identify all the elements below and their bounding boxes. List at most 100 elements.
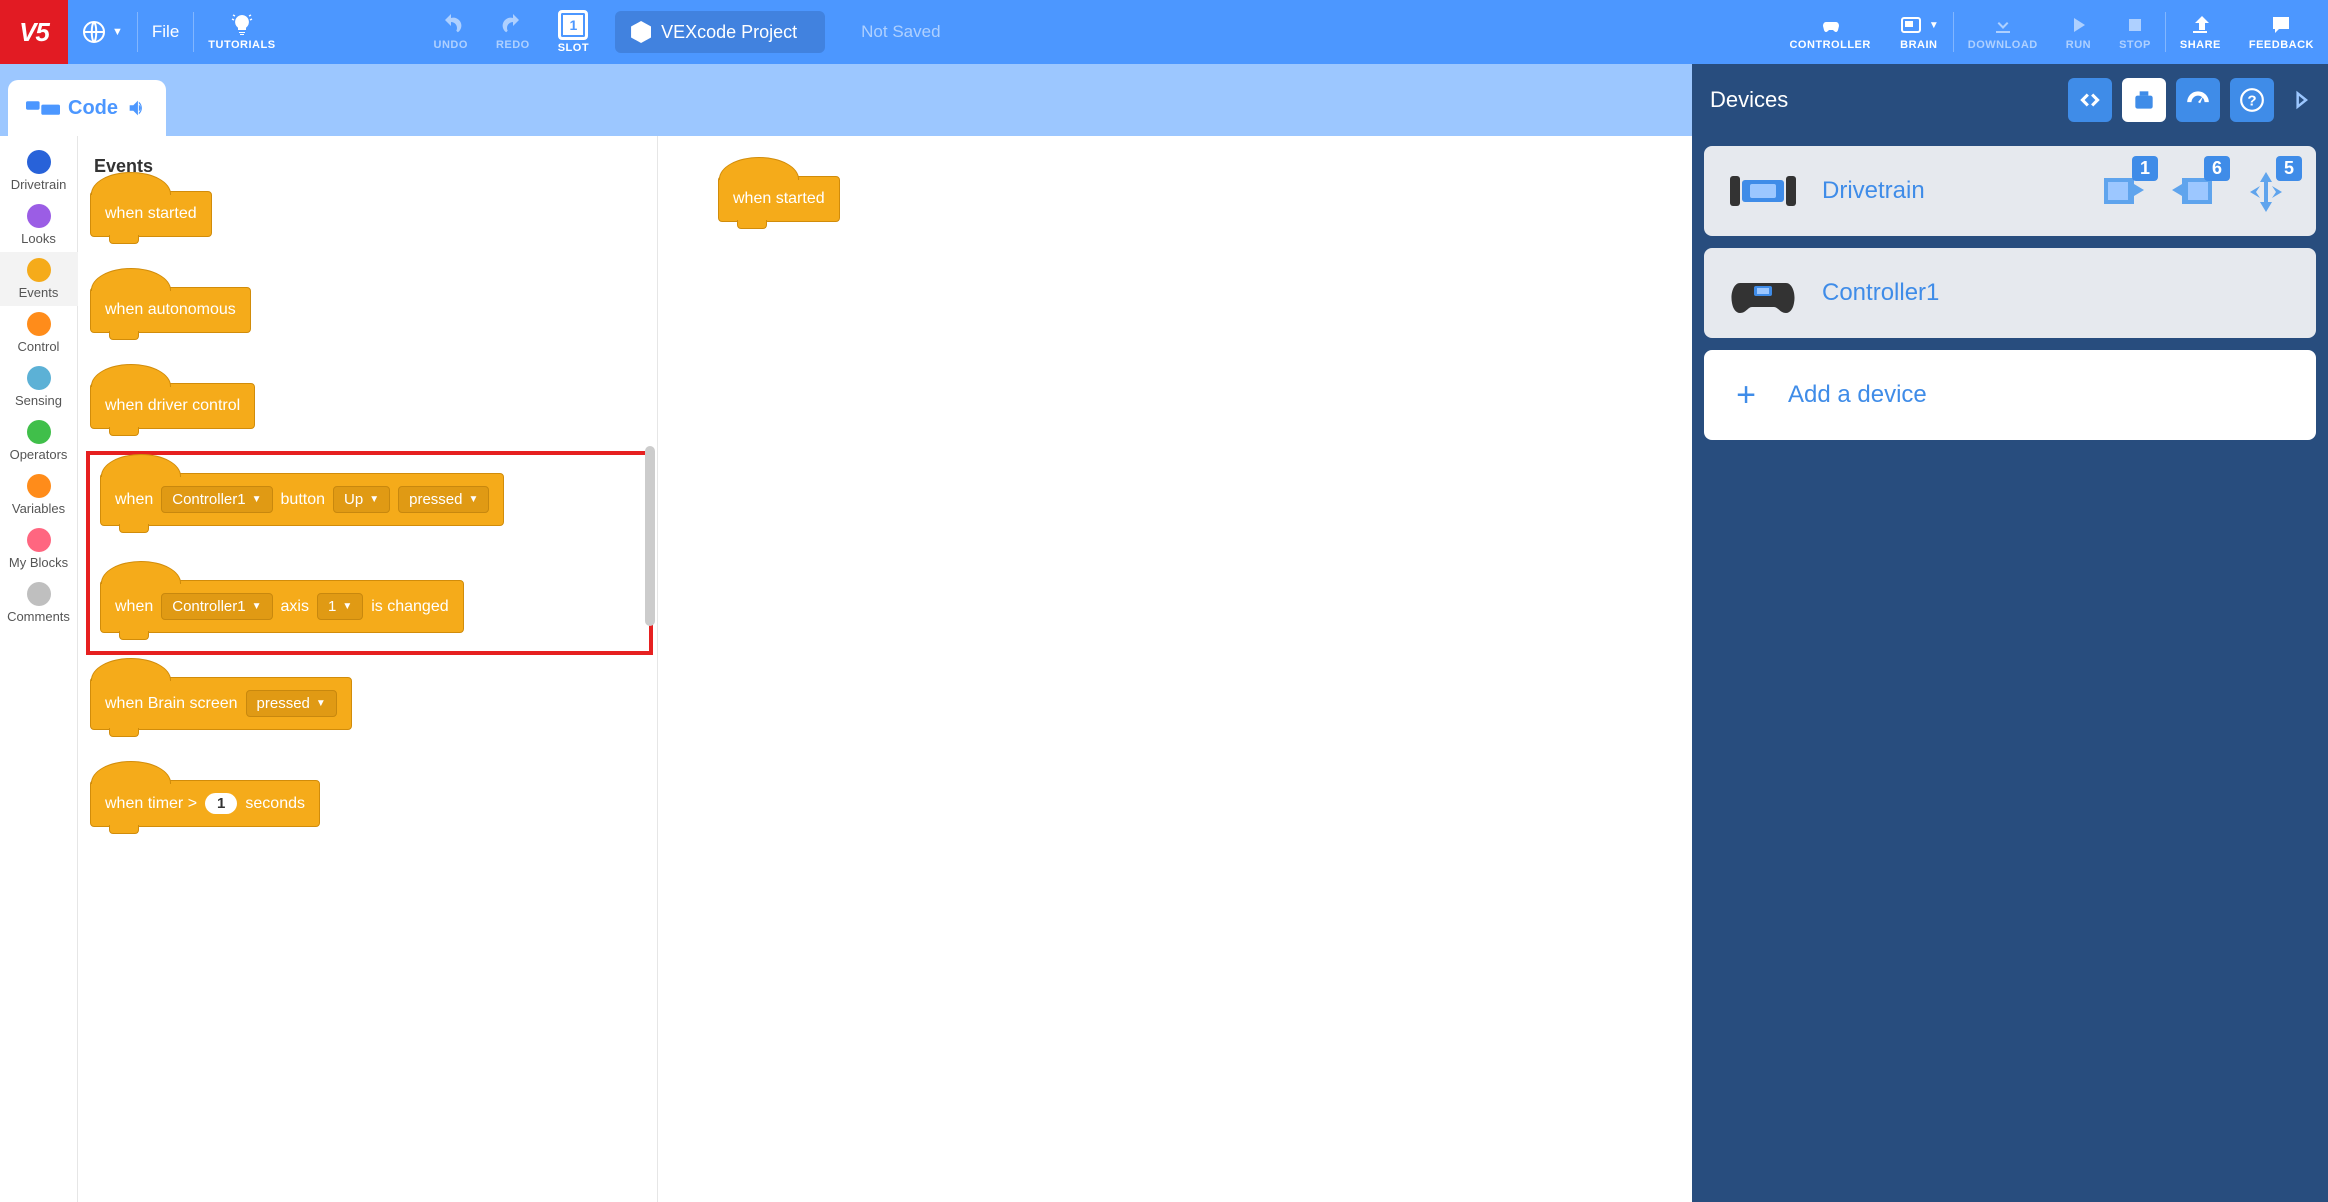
- category-color-dot: [27, 420, 51, 444]
- redo-icon: [501, 13, 525, 37]
- category-label: Variables: [12, 501, 65, 516]
- block-brain-screen[interactable]: when Brain screen pressed▼: [90, 677, 352, 730]
- port-chip-right-motor: 6: [2168, 166, 2220, 216]
- canvas-block-when-started[interactable]: when started: [718, 176, 840, 222]
- highlighted-blocks-group: when Controller1▼ button Up▼ pressed▼ wh…: [86, 451, 653, 655]
- lightbulb-icon: [230, 13, 254, 37]
- download-icon: [1991, 13, 2015, 37]
- brain-icon: [1899, 13, 1923, 37]
- category-looks[interactable]: Looks: [0, 198, 78, 252]
- devices-title: Devices: [1710, 87, 1788, 113]
- play-icon: [2066, 13, 2090, 37]
- sound-icon: [126, 97, 148, 119]
- palette-scrollbar[interactable]: [645, 446, 655, 626]
- tutorials-button[interactable]: TUTORIALS: [194, 0, 289, 64]
- category-color-dot: [27, 528, 51, 552]
- category-comments[interactable]: Comments: [0, 576, 78, 630]
- category-color-dot: [27, 582, 51, 606]
- drivetrain-icon: [1728, 166, 1798, 216]
- category-label: Operators: [10, 447, 68, 462]
- controller-device-icon: [1728, 268, 1798, 318]
- category-color-dot: [27, 366, 51, 390]
- category-events[interactable]: Events: [0, 252, 78, 306]
- dropdown-button[interactable]: Up▼: [333, 486, 390, 513]
- category-label: Drivetrain: [11, 177, 67, 192]
- add-device-button[interactable]: + Add a device: [1704, 350, 2316, 440]
- app-logo: V5: [0, 0, 68, 64]
- svg-text:?: ?: [2247, 92, 2256, 109]
- category-variables[interactable]: Variables: [0, 468, 78, 522]
- devices-tab-code[interactable]: [2068, 78, 2112, 122]
- project-name-input[interactable]: VEXcode Project: [615, 11, 825, 53]
- block-when-started[interactable]: when started: [90, 191, 212, 237]
- dropdown-state[interactable]: pressed▼: [398, 486, 489, 513]
- dropdown-axis[interactable]: 1▼: [317, 593, 363, 620]
- redo-button[interactable]: REDO: [482, 0, 544, 64]
- device-row-controller1[interactable]: Controller1: [1704, 248, 2316, 338]
- input-timer-value[interactable]: 1: [205, 793, 237, 814]
- language-menu[interactable]: ▼: [68, 0, 137, 64]
- port-chip-gyro: 5: [2240, 166, 2292, 216]
- port-chip-left-motor: 1: [2096, 166, 2148, 216]
- undo-icon: [439, 13, 463, 37]
- slot-number-icon: 1: [558, 10, 588, 40]
- block-controller-axis[interactable]: when Controller1▼ axis 1▼ is changed: [100, 580, 464, 633]
- code-icon: [2077, 87, 2103, 113]
- run-button[interactable]: RUN: [2052, 0, 2105, 64]
- file-menu[interactable]: File: [138, 0, 193, 64]
- undo-button[interactable]: UNDO: [420, 0, 482, 64]
- category-color-dot: [27, 258, 51, 282]
- category-label: Sensing: [15, 393, 62, 408]
- controller-icon: [1818, 13, 1842, 37]
- device-row-drivetrain[interactable]: Drivetrain 1 6 5: [1704, 146, 2316, 236]
- stop-button[interactable]: STOP: [2105, 0, 2165, 64]
- category-label: Events: [19, 285, 59, 300]
- blocks-icon: [26, 96, 60, 120]
- block-when-timer[interactable]: when timer > 1 seconds: [90, 780, 320, 827]
- category-operators[interactable]: Operators: [0, 414, 78, 468]
- dropdown-controller[interactable]: Controller1▼: [161, 486, 272, 513]
- block-when-driver-control[interactable]: when driver control: [90, 383, 255, 429]
- devices-tab-monitor[interactable]: [2176, 78, 2220, 122]
- category-my-blocks[interactable]: My Blocks: [0, 522, 78, 576]
- globe-icon: [82, 20, 106, 44]
- slot-button[interactable]: 1 SLOT: [544, 0, 603, 64]
- category-color-dot: [27, 474, 51, 498]
- category-color-dot: [27, 150, 51, 174]
- workspace-canvas[interactable]: when started: [658, 136, 1692, 1202]
- controller-button[interactable]: CONTROLLER: [1775, 0, 1884, 64]
- share-button[interactable]: SHARE: [2166, 0, 2235, 64]
- category-sensing[interactable]: Sensing: [0, 360, 78, 414]
- feedback-button[interactable]: FEEDBACK: [2235, 0, 2328, 64]
- block-when-autonomous[interactable]: when autonomous: [90, 287, 251, 333]
- devices-tab-devices[interactable]: [2122, 78, 2166, 122]
- category-color-dot: [27, 204, 51, 228]
- category-drivetrain[interactable]: Drivetrain: [0, 144, 78, 198]
- category-label: Looks: [21, 231, 56, 246]
- stop-icon: [2123, 13, 2147, 37]
- block-palette: Events when started when autonomous when…: [78, 136, 658, 1202]
- category-rail: Drivetrain Looks Events Control Sensing Opera…: [0, 136, 78, 1202]
- palette-header: Events: [94, 156, 649, 177]
- gauge-icon: [2185, 87, 2211, 113]
- category-control[interactable]: Control: [0, 306, 78, 360]
- save-status: Not Saved: [861, 22, 940, 42]
- devices-panel: Devices ?: [1692, 136, 2328, 1202]
- share-icon: [2188, 13, 2212, 37]
- dropdown-controller[interactable]: Controller1▼: [161, 593, 272, 620]
- brain-button[interactable]: ▼ BRAIN: [1885, 0, 1953, 64]
- code-tab[interactable]: Code: [8, 80, 166, 136]
- devices-collapse[interactable]: [2284, 78, 2318, 122]
- plus-icon: +: [1728, 377, 1764, 413]
- category-color-dot: [27, 312, 51, 336]
- devices-tab-help[interactable]: ?: [2230, 78, 2274, 122]
- help-icon: ?: [2239, 87, 2265, 113]
- chat-icon: [2269, 13, 2293, 37]
- devices-icon: [2131, 87, 2157, 113]
- dropdown-state[interactable]: pressed▼: [246, 690, 337, 717]
- chevron-right-icon: [2291, 83, 2311, 117]
- hexagon-icon: [631, 21, 651, 43]
- block-controller-button[interactable]: when Controller1▼ button Up▼ pressed▼: [100, 473, 504, 526]
- download-button[interactable]: DOWNLOAD: [1954, 0, 2052, 64]
- category-label: Comments: [7, 609, 70, 624]
